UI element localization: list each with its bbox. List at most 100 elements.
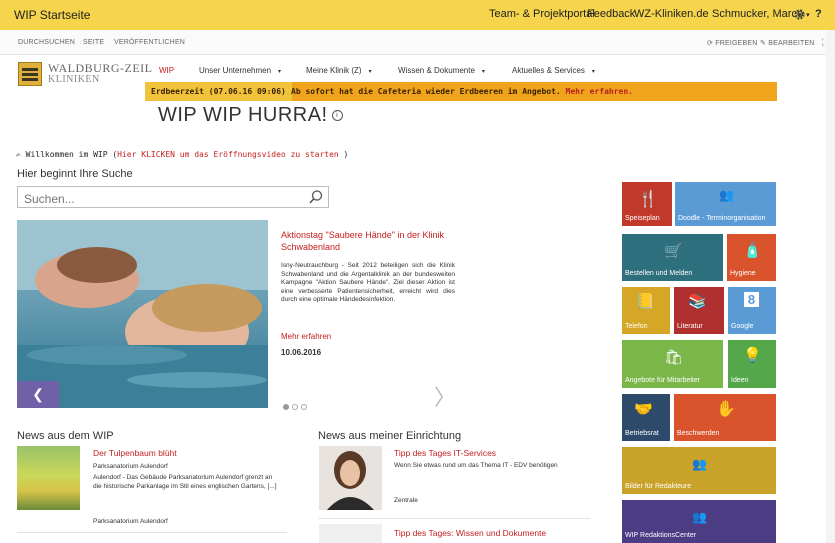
- tile-google[interactable]: 8 Google: [728, 287, 776, 334]
- divider: [17, 532, 287, 533]
- news-item-title[interactable]: Tipp des Tages IT-Services: [394, 448, 496, 458]
- tile-label: Telefon: [625, 323, 648, 330]
- nav-item-unternehmen[interactable]: Unser Unternehmen ▾: [199, 66, 281, 75]
- carousel-dots: [283, 397, 310, 415]
- announcement-banner: Erdbeerzeit (07.06.16 09:06) Ab sofort h…: [145, 82, 777, 101]
- user-name: Schmucker, Marco: [712, 8, 804, 20]
- tile-label: Google: [731, 323, 754, 330]
- edit-button[interactable]: ✎ BEARBEITEN: [760, 39, 815, 47]
- logo-subtitle: KLINIKEN: [48, 74, 100, 85]
- info-icon[interactable]: i: [331, 110, 343, 122]
- search-icon[interactable]: [308, 189, 324, 205]
- welcome-text: Willkommen im WIP (: [25, 150, 118, 159]
- wz-kliniken-link[interactable]: WZ-Kliniken.de: [634, 8, 709, 20]
- tile-label: Angebote für Mitarbeiter: [625, 377, 701, 384]
- news-item-title[interactable]: Der Tulpenbaum blüht: [93, 448, 177, 458]
- carousel-dot[interactable]: [292, 404, 298, 410]
- tile-label: WIP RedaktionsCenter: [625, 532, 697, 539]
- page-title-text: WIP WIP HURRA!: [158, 104, 328, 126]
- chevron-down-icon: ▾: [481, 69, 485, 75]
- nav-item-wissen[interactable]: Wissen & Dokumente ▾: [398, 66, 485, 75]
- site-title[interactable]: WIP Startseite: [14, 8, 90, 22]
- tile-beschwerden[interactable]: ✋ Beschwerden: [674, 394, 776, 441]
- news-item-text: Aulendorf - Das Gebäude Parksanatorium A…: [93, 474, 277, 490]
- search-box: [17, 186, 329, 208]
- nav-label: Unser Unternehmen: [199, 66, 272, 75]
- bulb-icon: 💡: [743, 347, 762, 364]
- tile-bestellen[interactable]: 🛒 Bestellen und Melden: [622, 234, 723, 281]
- nav-label: Aktuelles & Services: [512, 66, 585, 75]
- nav-label: Meine Klinik (Z): [306, 66, 362, 75]
- chevron-down-icon: ▾: [591, 69, 595, 75]
- welcome-close-paren: ): [338, 150, 349, 159]
- tile-label: Beschwerden: [677, 430, 720, 437]
- welcome-video-link[interactable]: Hier KLICKEN um das Eröffnungsvideo zu s…: [117, 150, 339, 159]
- people-icon: 👥: [692, 510, 707, 524]
- carousel-image[interactable]: [17, 220, 268, 408]
- nav-item-aktuelles[interactable]: Aktuelles & Services ▾: [512, 66, 595, 75]
- nav-item-wip[interactable]: WIP: [159, 66, 174, 75]
- team-portal-link[interactable]: Team- & Projektportal: [489, 8, 595, 20]
- spa-photo: [17, 220, 268, 408]
- announcement-more-link[interactable]: Mehr erfahren.: [566, 87, 633, 96]
- tile-redaktionscenter[interactable]: 👥 WIP RedaktionsCenter: [622, 500, 776, 543]
- tile-doodle[interactable]: 👥 Doodle - Terminorganisation: [675, 182, 776, 226]
- ribbon-bar: DURCHSUCHEN SEITE VERÖFFENTLICHEN ⟳ FREI…: [0, 30, 835, 55]
- tile-label: Speiseplan: [625, 215, 660, 222]
- news-facility-heading: News aus meiner Einrichtung: [318, 430, 462, 442]
- carousel-dot[interactable]: [301, 404, 307, 410]
- page-scrollbar[interactable]: [826, 30, 835, 543]
- tile-betriebsrat[interactable]: 🤝 Betriebsrat: [622, 394, 670, 441]
- news-item-title[interactable]: Tipp des Tages: Wissen und Dokumente: [394, 528, 546, 538]
- tile-hygiene[interactable]: 🧴 Hygiene: [727, 234, 776, 281]
- tab-browse[interactable]: DURCHSUCHEN: [18, 39, 75, 46]
- hand-icon: ✋: [716, 401, 736, 418]
- tile-speiseplan[interactable]: 🍴 Speiseplan: [622, 182, 672, 226]
- carousel-prev-button[interactable]: ❮: [17, 381, 59, 408]
- feedback-link[interactable]: Feedback: [587, 8, 635, 20]
- suite-bar: WIP Startseite Team- & Projektportal Fee…: [0, 0, 835, 31]
- news-item-location: Parksanatorium Aulendorf: [93, 463, 168, 470]
- logo-crest-icon[interactable]: [18, 62, 42, 86]
- staff-portrait-image[interactable]: [319, 446, 382, 510]
- tile-telefon[interactable]: 📒 Telefon: [622, 287, 670, 334]
- tile-label: Literatur: [677, 323, 703, 330]
- announcement-date: Erdbeerzeit (07.06.16 09:06): [145, 82, 292, 101]
- pencil-icon: ✎: [760, 40, 769, 47]
- sync-icon: ⟳: [707, 40, 716, 47]
- chevron-down-icon: ▾: [806, 12, 810, 19]
- article-date: 10.06.2016: [281, 348, 322, 357]
- tile-angebote[interactable]: 🛍 Angebote für Mitarbeiter: [622, 340, 723, 388]
- tab-publish[interactable]: VERÖFFENTLICHEN: [114, 39, 185, 46]
- edit-label: BEARBEITEN: [768, 40, 815, 47]
- page-title: WIP WIP HURRA! i: [158, 104, 343, 127]
- tile-ideen[interactable]: 💡 Ideen: [728, 340, 776, 388]
- books-icon: 📚: [688, 293, 707, 310]
- tile-bilder-redakteure[interactable]: 👥 Bilder für Redakteure: [622, 447, 776, 494]
- article-title[interactable]: Aktionstag "Saubere Hände" in der Klinik…: [281, 229, 456, 253]
- help-icon[interactable]: ?: [815, 8, 822, 20]
- tab-page[interactable]: SEITE: [83, 39, 104, 46]
- carousel-dot[interactable]: [283, 404, 289, 410]
- article-more-link[interactable]: Mehr erfahren: [281, 332, 331, 341]
- bag-icon: 🛍: [664, 349, 684, 366]
- nav-item-meine-klinik[interactable]: Meine Klinik (Z) ▾: [306, 66, 372, 75]
- carousel-next-button[interactable]: 〉: [434, 380, 456, 412]
- search-input[interactable]: [22, 190, 306, 207]
- share-button[interactable]: ⟳ FREIGEBEN: [707, 39, 757, 47]
- news-item-footer: Zentrale: [394, 497, 418, 504]
- search-heading: Hier beginnt Ihre Suche: [17, 168, 133, 180]
- document-image[interactable]: [319, 524, 382, 543]
- tile-literatur[interactable]: 📚 Literatur: [674, 287, 724, 334]
- tulip-tree-image[interactable]: [17, 446, 80, 510]
- tile-label: Bilder für Redakteure: [625, 483, 692, 490]
- tile-label: Ideen: [731, 377, 749, 384]
- gear-icon[interactable]: [793, 8, 806, 21]
- news-wip-heading: News aus dem WIP: [17, 430, 114, 442]
- people-icon: 👥: [692, 457, 707, 471]
- handshake-icon: 🤝: [634, 401, 653, 418]
- nav-label: Wissen & Dokumente: [398, 66, 475, 75]
- announcement-text: Ab sofort hat die Cafeteria wieder Erdbe…: [291, 87, 561, 96]
- news-item-footer: Parksanatorium Aulendorf: [93, 518, 168, 525]
- people-icon: 👥: [719, 188, 734, 202]
